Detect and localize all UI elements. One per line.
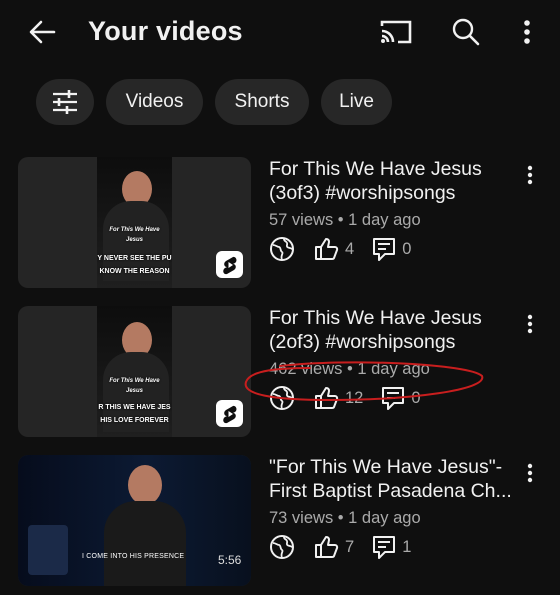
comments[interactable]: 0 — [372, 236, 411, 262]
video-metadata: "For This We Have Jesus"- First Baptist … — [269, 455, 519, 560]
video-title-line2[interactable]: (2of3) #worshipsongs — [269, 330, 519, 354]
view-count: 73 views — [269, 509, 334, 527]
thumbnail-caption-title: For This We Have — [109, 378, 160, 384]
thumbs-up-icon — [315, 536, 339, 558]
thumbnail-caption-title: For This We Have — [109, 227, 160, 233]
video-actions: 7 1 — [269, 534, 519, 560]
likes[interactable]: 7 — [313, 534, 354, 560]
cast-icon[interactable] — [376, 14, 416, 50]
more-vert-icon[interactable] — [520, 310, 540, 338]
thumbnail-caption: I COME INTO HIS PRESENCE — [82, 553, 185, 560]
likes[interactable]: 4 — [313, 236, 354, 262]
thumbnail-caption-title: Jesus — [125, 237, 143, 243]
search-icon[interactable] — [446, 14, 486, 50]
video-thumbnail[interactable]: For This We Have Jesus Y NEVER SEE THE P… — [18, 157, 251, 288]
video-title[interactable]: For This We Have Jesus — [269, 306, 519, 330]
thumbnail-caption-title: Jesus — [125, 388, 143, 394]
globe-icon[interactable] — [269, 534, 295, 560]
comment-count: 0 — [402, 239, 412, 258]
comment-count: 1 — [402, 537, 412, 556]
comments[interactable]: 1 — [372, 534, 411, 560]
top-app-bar: Your videos — [0, 0, 560, 64]
like-count: 7 — [345, 537, 355, 556]
video-item[interactable]: For This We Have Jesus Y NEVER SEE THE P… — [0, 157, 560, 297]
video-duration: 5:56 — [218, 553, 242, 567]
video-actions: 4 0 — [269, 236, 519, 262]
more-vert-icon[interactable] — [512, 14, 542, 50]
thumbnail-caption: HIS LOVE FOREVER — [100, 417, 169, 424]
video-title-line2[interactable]: (3of3) #worshipsongs — [269, 181, 519, 205]
thumbnail-image: For This We Have Jesus Y NEVER SEE THE P… — [97, 157, 172, 288]
video-stats: 57 views • 1 day ago — [269, 211, 421, 229]
comment-icon — [373, 536, 396, 559]
filter-icon[interactable] — [36, 79, 94, 125]
view-count: 57 views — [269, 211, 334, 229]
video-metadata: For This We Have Jesus (3of3) #worshipso… — [269, 157, 519, 262]
like-count: 4 — [345, 239, 355, 258]
thumbnail-caption: KNOW THE REASON — [99, 268, 170, 275]
video-title[interactable]: For This We Have Jesus — [269, 157, 519, 181]
chip-shorts[interactable]: Shorts — [215, 79, 309, 125]
page-title: Your videos — [88, 16, 243, 46]
thumbnail-caption: R THIS WE HAVE JES — [98, 404, 171, 411]
thumbnail-image: I COME INTO HIS PRESENCE 5:56 — [18, 455, 251, 586]
video-item[interactable]: I COME INTO HIS PRESENCE 5:56 "For This … — [0, 455, 560, 595]
more-vert-icon[interactable] — [520, 161, 540, 189]
chip-videos[interactable]: Videos — [106, 79, 203, 125]
annotation-circle — [244, 361, 484, 402]
upload-age: 1 day ago — [348, 509, 421, 527]
video-stats: 73 views • 1 day ago — [269, 509, 421, 527]
comment-icon — [373, 238, 396, 261]
chip-live[interactable]: Live — [321, 79, 392, 125]
shorts-icon — [216, 400, 243, 427]
thumbnail-image: For This We Have Jesus R THIS WE HAVE JE… — [97, 306, 172, 437]
globe-icon[interactable] — [269, 236, 295, 262]
video-thumbnail[interactable]: For This We Have Jesus R THIS WE HAVE JE… — [18, 306, 251, 437]
back-arrow-icon[interactable] — [22, 14, 62, 50]
video-title[interactable]: "For This We Have Jesus"- — [269, 455, 519, 479]
filter-chips: Videos Shorts Live — [36, 79, 392, 127]
more-vert-icon[interactable] — [520, 459, 540, 487]
thumbnail-caption: Y NEVER SEE THE PU — [97, 255, 172, 262]
shorts-icon — [216, 251, 243, 278]
thumbs-up-icon — [315, 238, 339, 260]
video-title-line2[interactable]: First Baptist Pasadena Ch... — [269, 479, 519, 503]
upload-age: 1 day ago — [348, 211, 421, 229]
video-thumbnail[interactable]: I COME INTO HIS PRESENCE 5:56 — [18, 455, 251, 586]
